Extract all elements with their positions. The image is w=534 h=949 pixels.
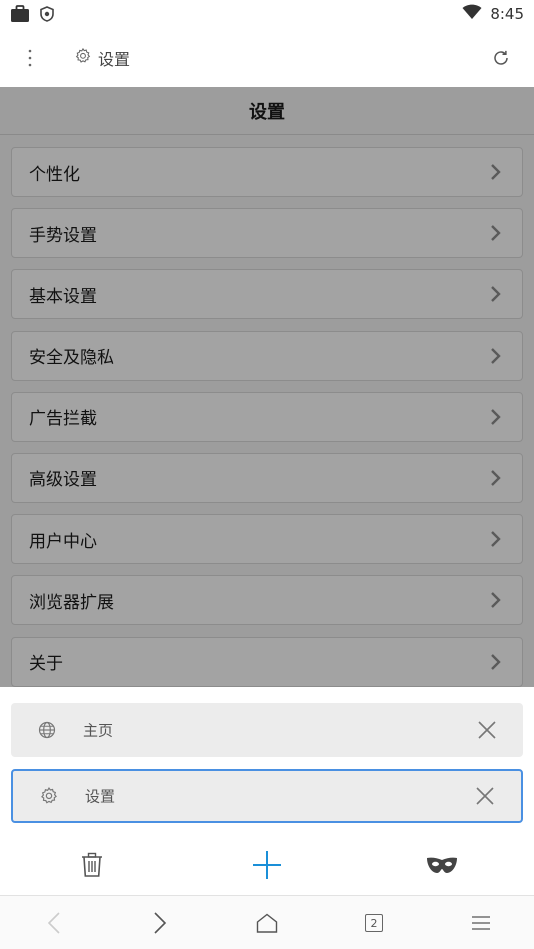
menu-icon[interactable] <box>461 904 501 942</box>
settings-item-label: 高级设置 <box>29 470 97 491</box>
reload-icon[interactable] <box>488 45 514 71</box>
globe-icon <box>36 719 58 741</box>
chevron-right-icon <box>490 469 504 487</box>
tabs-icon[interactable]: 2 <box>354 904 394 942</box>
tab-card-label: 设置 <box>85 787 116 806</box>
settings-item-label: 个性化 <box>29 164 80 185</box>
chevron-right-icon <box>490 347 504 365</box>
tab-card-home[interactable]: 主页 <box>11 703 523 757</box>
incognito-mask-icon[interactable] <box>422 845 462 885</box>
page-url-title: 设置 <box>98 50 131 69</box>
settings-item-security-privacy[interactable]: 安全及隐私 <box>11 330 523 381</box>
settings-item-label: 基本设置 <box>29 286 97 307</box>
chevron-right-icon <box>490 224 504 242</box>
settings-item-gesture[interactable]: 手势设置 <box>11 208 523 259</box>
chevron-right-icon <box>490 530 504 548</box>
page-title: 设置 <box>0 87 534 135</box>
settings-item-label: 广告拦截 <box>29 409 97 430</box>
bottom-nav-bar: 2 <box>0 895 534 949</box>
tab-switcher-panel: 主页 设置 <box>0 687 534 895</box>
gear-icon <box>38 785 60 807</box>
status-time: 8:45 <box>490 5 524 23</box>
tab-card-settings[interactable]: 设置 <box>11 769 523 823</box>
status-bar: 8:45 <box>0 0 534 30</box>
home-icon[interactable] <box>247 904 287 942</box>
chevron-right-icon <box>490 163 504 181</box>
settings-item-personalization[interactable]: 个性化 <box>11 147 523 197</box>
plus-icon[interactable] <box>247 845 287 885</box>
settings-item-label: 关于 <box>29 654 63 674</box>
settings-menu-list: 个性化 手势设置 基本设置 安全及隐私 广告拦截 高级设置 用户中心 浏览器扩展… <box>11 147 523 687</box>
close-icon[interactable] <box>476 719 498 741</box>
chevron-right-icon <box>490 408 504 426</box>
shield-icon <box>40 6 54 26</box>
top-bar: 设置 <box>0 30 534 87</box>
settings-page: 设置 个性化 手势设置 基本设置 安全及隐私 广告拦截 高级设置 用户中心 浏览… <box>0 87 534 687</box>
settings-item-label: 浏览器扩展 <box>29 592 114 613</box>
settings-item-label: 手势设置 <box>29 225 97 246</box>
tab-card-label: 主页 <box>83 721 114 740</box>
settings-item-advanced[interactable]: 高级设置 <box>11 452 523 503</box>
gear-icon <box>74 47 92 69</box>
chevron-right-icon <box>490 653 504 671</box>
tab-actions-bar <box>0 835 534 895</box>
settings-item-extensions[interactable]: 浏览器扩展 <box>11 575 523 626</box>
tab-count: 2 <box>365 914 383 932</box>
briefcase-icon <box>10 5 30 27</box>
top-bar-title: 设置 <box>74 46 130 70</box>
settings-item-basic[interactable]: 基本设置 <box>11 269 523 320</box>
close-icon[interactable] <box>474 785 496 807</box>
trash-icon[interactable] <box>72 845 112 885</box>
more-vertical-icon[interactable] <box>22 44 38 72</box>
settings-item-about[interactable]: 关于 <box>11 636 523 687</box>
settings-item-user-center[interactable]: 用户中心 <box>11 514 523 565</box>
settings-item-label: 用户中心 <box>29 531 97 552</box>
chevron-right-icon <box>490 285 504 303</box>
back-icon[interactable] <box>34 904 74 942</box>
forward-icon[interactable] <box>140 904 180 942</box>
chevron-right-icon <box>490 591 504 609</box>
settings-item-ad-block[interactable]: 广告拦截 <box>11 391 523 442</box>
settings-item-label: 安全及隐私 <box>29 348 114 369</box>
wifi-icon <box>462 4 482 24</box>
